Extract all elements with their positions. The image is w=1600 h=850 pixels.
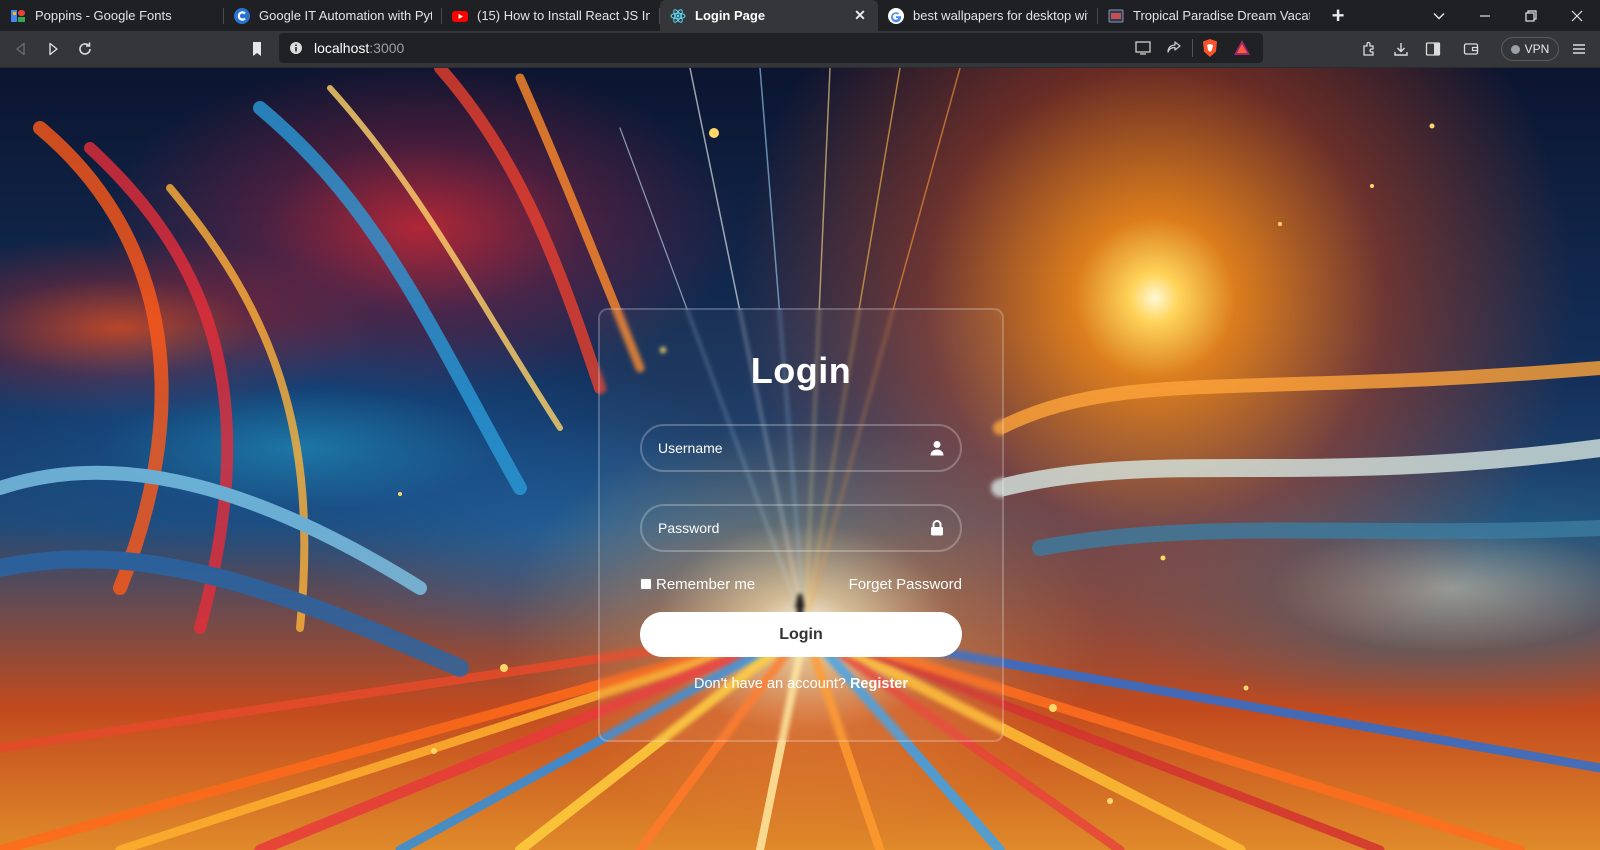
tab-search-chevron-icon[interactable] xyxy=(1416,0,1462,31)
minimize-icon[interactable] xyxy=(1462,0,1508,31)
tab-best-wallpapers[interactable]: best wallpapers for desktop with b xyxy=(878,0,1098,31)
tab-tropical-paradise[interactable]: Tropical Paradise Dream Vacation I xyxy=(1098,0,1320,31)
tab-title: Login Page xyxy=(695,8,766,23)
tab-title: Poppins - Google Fonts xyxy=(35,8,172,23)
login-card: Login Remember me Forget Password Login … xyxy=(598,308,1004,742)
google-fonts-icon xyxy=(10,8,26,24)
url-host: localhost xyxy=(314,40,370,56)
tab-login-page[interactable]: Login Page ✕ xyxy=(660,0,878,31)
page-background: Login Remember me Forget Password Login … xyxy=(0,68,1600,850)
browser-toolbar: localhost:3000 VPN xyxy=(0,31,1600,68)
tab-title: Tropical Paradise Dream Vacation I xyxy=(1133,8,1310,23)
tab-poppins-google-fonts[interactable]: Poppins - Google Fonts xyxy=(0,0,224,31)
brave-shields-icon[interactable] xyxy=(1201,38,1219,63)
tab-title: best wallpapers for desktop with b xyxy=(913,8,1088,23)
menu-icon[interactable] xyxy=(1566,36,1592,62)
vpn-label: VPN xyxy=(1524,42,1550,56)
vpn-button[interactable]: VPN xyxy=(1501,37,1559,61)
wallet-icon[interactable] xyxy=(1458,36,1484,62)
password-input[interactable] xyxy=(642,506,960,550)
restore-icon[interactable] xyxy=(1508,0,1554,31)
address-bar[interactable]: localhost:3000 xyxy=(279,33,1263,63)
close-tab-icon[interactable]: ✕ xyxy=(852,7,868,24)
remember-me-label: Remember me xyxy=(656,575,756,593)
back-icon[interactable] xyxy=(8,36,34,62)
login-button[interactable]: Login xyxy=(640,612,962,657)
url-text: localhost:3000 xyxy=(314,40,404,56)
new-tab-button[interactable]: + xyxy=(1320,0,1356,31)
bookmark-icon[interactable] xyxy=(244,36,270,62)
react-icon xyxy=(670,8,686,24)
remember-me-checkbox[interactable] xyxy=(640,578,652,590)
share-icon[interactable] xyxy=(1166,40,1182,61)
download-icon[interactable] xyxy=(1388,36,1414,62)
tab-title: Google IT Automation with Python xyxy=(259,8,432,23)
vpn-status-dot xyxy=(1510,44,1520,54)
tab-google-it-automation[interactable]: Google IT Automation with Python xyxy=(224,0,442,31)
password-field[interactable] xyxy=(640,504,962,552)
login-title: Login xyxy=(750,350,852,391)
urlbar-divider xyxy=(1192,39,1193,57)
sidebar-icon[interactable] xyxy=(1420,36,1446,62)
brave-rewards-icon[interactable] xyxy=(1233,39,1251,62)
username-input[interactable] xyxy=(642,426,960,470)
tab-youtube-react-install[interactable]: (15) How to Install React JS In Visual xyxy=(442,0,660,31)
user-icon xyxy=(928,439,946,457)
close-window-icon[interactable] xyxy=(1554,0,1600,31)
forward-icon[interactable] xyxy=(40,36,66,62)
register-link[interactable]: Register xyxy=(850,676,908,692)
google-icon xyxy=(888,7,904,24)
register-row: Don't have an account? Register xyxy=(600,676,1002,692)
lock-icon xyxy=(928,519,946,537)
extensions-icon[interactable] xyxy=(1356,36,1382,62)
remember-me[interactable]: Remember me xyxy=(640,576,755,593)
coursera-icon xyxy=(234,7,250,24)
youtube-icon xyxy=(452,8,468,24)
url-port: :3000 xyxy=(369,40,405,56)
no-account-text: Don't have an account? xyxy=(694,676,846,692)
cast-icon[interactable] xyxy=(1135,41,1151,60)
image-icon xyxy=(1108,8,1124,24)
tab-strip: Poppins - Google Fonts Google IT Automat… xyxy=(0,0,1600,31)
reload-icon[interactable] xyxy=(72,36,98,62)
username-field[interactable] xyxy=(640,424,962,472)
options-row: Remember me Forget Password xyxy=(640,574,962,594)
site-info-icon[interactable] xyxy=(289,41,303,60)
forgot-password-link[interactable]: Forget Password xyxy=(849,576,962,593)
tab-title: (15) How to Install React JS In Visual xyxy=(477,8,650,23)
